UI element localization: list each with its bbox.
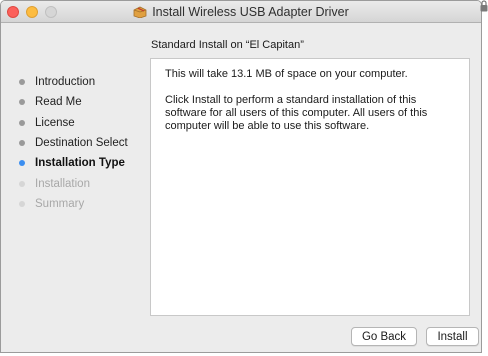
sidebar-item-label: Destination Select <box>35 137 128 150</box>
sidebar-item-label: License <box>35 116 75 129</box>
sidebar-item-label: Installation <box>35 177 90 190</box>
sidebar-item-summary: Summary <box>19 194 149 214</box>
step-dot-icon <box>19 160 25 167</box>
window-title: Install Wireless USB Adapter Driver <box>152 5 349 19</box>
sidebar-item-installation-type: Installation Type <box>19 153 149 173</box>
go-back-button[interactable]: Go Back <box>351 327 417 346</box>
step-dot-icon <box>19 99 25 106</box>
sidebar-item-label: Introduction <box>35 76 96 89</box>
space-required-text: This will take 13.1 MB of space on your … <box>165 68 408 80</box>
sidebar-item-label: Read Me <box>35 96 82 109</box>
sidebar-item-read-me: Read Me <box>19 92 149 112</box>
sidebar-item-introduction: Introduction <box>19 72 149 92</box>
install-button[interactable]: Install <box>426 327 479 346</box>
step-dot-icon <box>19 200 25 207</box>
sidebar-item-installation: Installation <box>19 173 149 193</box>
step-dot-icon <box>19 79 25 86</box>
title-bar[interactable]: Install Wireless USB Adapter Driver <box>1 1 481 23</box>
step-dot-icon <box>19 180 25 187</box>
window-title-wrap: Install Wireless USB Adapter Driver <box>1 1 481 23</box>
sidebar-item-label: Installation Type <box>35 157 125 170</box>
step-dot-icon <box>19 140 25 147</box>
page-subheader: Standard Install on “El Capitan” <box>151 39 304 51</box>
content-panel: This will take 13.1 MB of space on your … <box>150 58 470 316</box>
steps-sidebar: Introduction Read Me License Destination… <box>19 72 149 214</box>
package-icon <box>133 6 147 18</box>
installer-window: Install Wireless USB Adapter Driver Stan… <box>0 0 482 353</box>
sidebar-item-license: License <box>19 113 149 133</box>
sidebar-item-destination-select: Destination Select <box>19 133 149 153</box>
lock-icon <box>480 0 488 12</box>
step-dot-icon <box>19 119 25 126</box>
sidebar-item-label: Summary <box>35 197 85 210</box>
install-description-text: Click Install to perform a standard inst… <box>165 94 428 132</box>
